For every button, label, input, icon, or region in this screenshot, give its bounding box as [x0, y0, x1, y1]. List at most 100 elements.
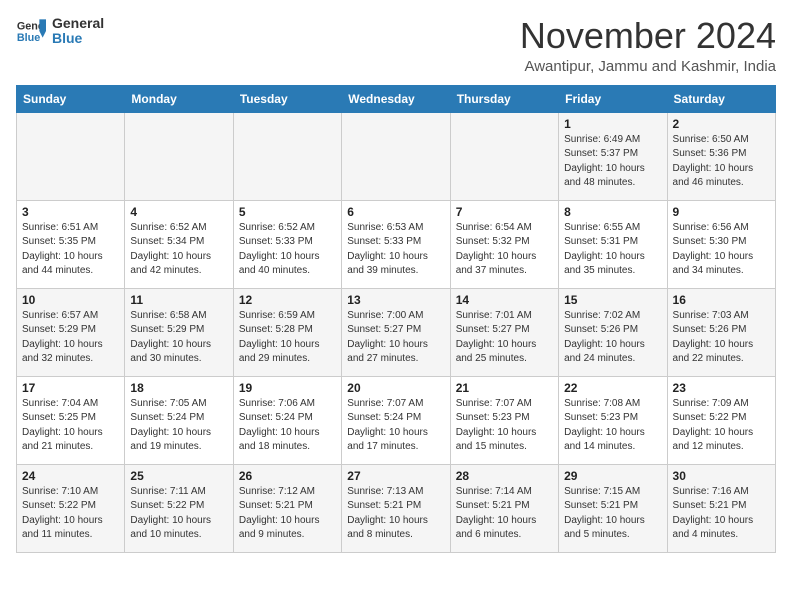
day-number: 1: [564, 117, 661, 131]
logo-general-text: General: [52, 16, 104, 31]
day-info: Sunrise: 7:07 AMSunset: 5:24 PMDaylight:…: [347, 397, 444, 455]
weekday-header-monday: Monday: [125, 85, 233, 112]
calendar-cell: [450, 112, 558, 200]
day-info: Sunrise: 7:10 AMSunset: 5:22 PMDaylight:…: [22, 485, 119, 543]
calendar-header-row: SundayMondayTuesdayWednesdayThursdayFrid…: [17, 85, 776, 112]
day-number: 20: [347, 381, 444, 395]
day-info: Sunrise: 7:11 AMSunset: 5:22 PMDaylight:…: [130, 485, 227, 543]
calendar-cell: 25 Sunrise: 7:11 AMSunset: 5:22 PMDayligh…: [125, 464, 233, 552]
calendar-cell: 24 Sunrise: 7:10 AMSunset: 5:22 PMDayligh…: [17, 464, 125, 552]
day-info: Sunrise: 7:05 AMSunset: 5:24 PMDaylight:…: [130, 397, 227, 455]
day-info: Sunrise: 7:07 AMSunset: 5:23 PMDaylight:…: [456, 397, 553, 455]
calendar-cell: 12Sunrise: 6:59 AMSunset: 5:28 PMDayligh…: [233, 288, 341, 376]
day-number: 14: [456, 293, 553, 307]
weekday-header-saturday: Saturday: [667, 85, 775, 112]
day-number: 29: [564, 469, 661, 483]
day-number: 27: [347, 469, 444, 483]
day-number: 23: [673, 381, 770, 395]
day-number: 24: [22, 469, 119, 483]
logo: General Blue General Blue: [16, 16, 104, 47]
calendar-week-3: 10 Sunrise: 6:57 AMSunset: 5:29 PMDayligh…: [17, 288, 776, 376]
day-number: 2: [673, 117, 770, 131]
day-info: Sunrise: 6:50 AMSunset: 5:36 PMDaylight:…: [673, 133, 770, 191]
day-info: Sunrise: 6:56 AMSunset: 5:30 PMDaylight:…: [673, 221, 770, 279]
logo-blue-text: Blue: [52, 31, 104, 46]
title-block: November 2024 Awantipur, Jammu and Kashm…: [520, 16, 776, 75]
weekday-header-thursday: Thursday: [450, 85, 558, 112]
day-number: 15: [564, 293, 661, 307]
day-info: Sunrise: 7:06 AMSunset: 5:24 PMDaylight:…: [239, 397, 336, 455]
day-number: 28: [456, 469, 553, 483]
calendar-cell: 22Sunrise: 7:08 AMSunset: 5:23 PMDayligh…: [559, 376, 667, 464]
weekday-header-wednesday: Wednesday: [342, 85, 450, 112]
day-number: 21: [456, 381, 553, 395]
calendar-cell: 18 Sunrise: 7:05 AMSunset: 5:24 PMDayligh…: [125, 376, 233, 464]
day-info: Sunrise: 6:54 AMSunset: 5:32 PMDaylight:…: [456, 221, 553, 279]
day-info: Sunrise: 7:09 AMSunset: 5:22 PMDaylight:…: [673, 397, 770, 455]
calendar-week-5: 24 Sunrise: 7:10 AMSunset: 5:22 PMDayligh…: [17, 464, 776, 552]
calendar-header: SundayMondayTuesdayWednesdayThursdayFrid…: [17, 85, 776, 112]
calendar-cell: [233, 112, 341, 200]
day-number: 19: [239, 381, 336, 395]
day-info: Sunrise: 7:00 AMSunset: 5:27 PMDaylight:…: [347, 309, 444, 367]
day-number: 30: [673, 469, 770, 483]
weekday-header-sunday: Sunday: [17, 85, 125, 112]
calendar-cell: 10 Sunrise: 6:57 AMSunset: 5:29 PMDayligh…: [17, 288, 125, 376]
calendar-cell: 8Sunrise: 6:55 AMSunset: 5:31 PMDaylight…: [559, 200, 667, 288]
day-info: Sunrise: 7:04 AMSunset: 5:25 PMDaylight:…: [22, 397, 119, 455]
calendar-week-2: 3Sunrise: 6:51 AMSunset: 5:35 PMDaylight…: [17, 200, 776, 288]
calendar-cell: 16 Sunrise: 7:03 AMSunset: 5:26 PMDayligh…: [667, 288, 775, 376]
day-number: 13: [347, 293, 444, 307]
calendar-cell: 11Sunrise: 6:58 AMSunset: 5:29 PMDayligh…: [125, 288, 233, 376]
calendar-cell: 9Sunrise: 6:56 AMSunset: 5:30 PMDaylight…: [667, 200, 775, 288]
calendar-week-1: 1 Sunrise: 6:49 AMSunset: 5:37 PMDaylight…: [17, 112, 776, 200]
day-number: 16: [673, 293, 770, 307]
calendar-cell: 30Sunrise: 7:16 AMSunset: 5:21 PMDayligh…: [667, 464, 775, 552]
calendar-cell: 28 Sunrise: 7:14 AMSunset: 5:21 PMDayligh…: [450, 464, 558, 552]
calendar-cell: 15 Sunrise: 7:02 AMSunset: 5:26 PMDayligh…: [559, 288, 667, 376]
day-number: 7: [456, 205, 553, 219]
calendar-cell: 20 Sunrise: 7:07 AMSunset: 5:24 PMDayligh…: [342, 376, 450, 464]
day-number: 10: [22, 293, 119, 307]
calendar-cell: 6 Sunrise: 6:53 AMSunset: 5:33 PMDaylight…: [342, 200, 450, 288]
page-header: General Blue General Blue November 2024 …: [16, 16, 776, 75]
month-title: November 2024: [520, 16, 776, 56]
calendar-cell: 27Sunrise: 7:13 AMSunset: 5:21 PMDayligh…: [342, 464, 450, 552]
day-number: 6: [347, 205, 444, 219]
day-number: 18: [130, 381, 227, 395]
calendar-cell: 1 Sunrise: 6:49 AMSunset: 5:37 PMDaylight…: [559, 112, 667, 200]
day-number: 5: [239, 205, 336, 219]
day-number: 26: [239, 469, 336, 483]
calendar-body: 1 Sunrise: 6:49 AMSunset: 5:37 PMDaylight…: [17, 112, 776, 552]
weekday-header-friday: Friday: [559, 85, 667, 112]
day-info: Sunrise: 6:53 AMSunset: 5:33 PMDaylight:…: [347, 221, 444, 279]
calendar-cell: [17, 112, 125, 200]
day-info: Sunrise: 6:59 AMSunset: 5:28 PMDaylight:…: [239, 309, 336, 367]
calendar-table: SundayMondayTuesdayWednesdayThursdayFrid…: [16, 85, 776, 553]
calendar-cell: 2 Sunrise: 6:50 AMSunset: 5:36 PMDaylight…: [667, 112, 775, 200]
calendar-cell: 4 Sunrise: 6:52 AMSunset: 5:34 PMDaylight…: [125, 200, 233, 288]
day-info: Sunrise: 6:52 AMSunset: 5:33 PMDaylight:…: [239, 221, 336, 279]
day-info: Sunrise: 7:02 AMSunset: 5:26 PMDaylight:…: [564, 309, 661, 367]
day-number: 25: [130, 469, 227, 483]
day-info: Sunrise: 7:03 AMSunset: 5:26 PMDaylight:…: [673, 309, 770, 367]
day-info: Sunrise: 7:08 AMSunset: 5:23 PMDaylight:…: [564, 397, 661, 455]
day-info: Sunrise: 6:55 AMSunset: 5:31 PMDaylight:…: [564, 221, 661, 279]
calendar-cell: [342, 112, 450, 200]
calendar-cell: [125, 112, 233, 200]
weekday-header-tuesday: Tuesday: [233, 85, 341, 112]
calendar-cell: 17 Sunrise: 7:04 AMSunset: 5:25 PMDayligh…: [17, 376, 125, 464]
day-info: Sunrise: 7:12 AMSunset: 5:21 PMDaylight:…: [239, 485, 336, 543]
svg-text:Blue: Blue: [17, 32, 40, 44]
day-info: Sunrise: 6:52 AMSunset: 5:34 PMDaylight:…: [130, 221, 227, 279]
day-number: 17: [22, 381, 119, 395]
day-number: 4: [130, 205, 227, 219]
day-info: Sunrise: 6:57 AMSunset: 5:29 PMDaylight:…: [22, 309, 119, 367]
day-info: Sunrise: 7:14 AMSunset: 5:21 PMDaylight:…: [456, 485, 553, 543]
calendar-cell: 23 Sunrise: 7:09 AMSunset: 5:22 PMDayligh…: [667, 376, 775, 464]
day-info: Sunrise: 6:51 AMSunset: 5:35 PMDaylight:…: [22, 221, 119, 279]
calendar-cell: 21 Sunrise: 7:07 AMSunset: 5:23 PMDayligh…: [450, 376, 558, 464]
calendar-cell: 26 Sunrise: 7:12 AMSunset: 5:21 PMDayligh…: [233, 464, 341, 552]
day-info: Sunrise: 6:49 AMSunset: 5:37 PMDaylight:…: [564, 133, 661, 191]
calendar-cell: 7 Sunrise: 6:54 AMSunset: 5:32 PMDaylight…: [450, 200, 558, 288]
